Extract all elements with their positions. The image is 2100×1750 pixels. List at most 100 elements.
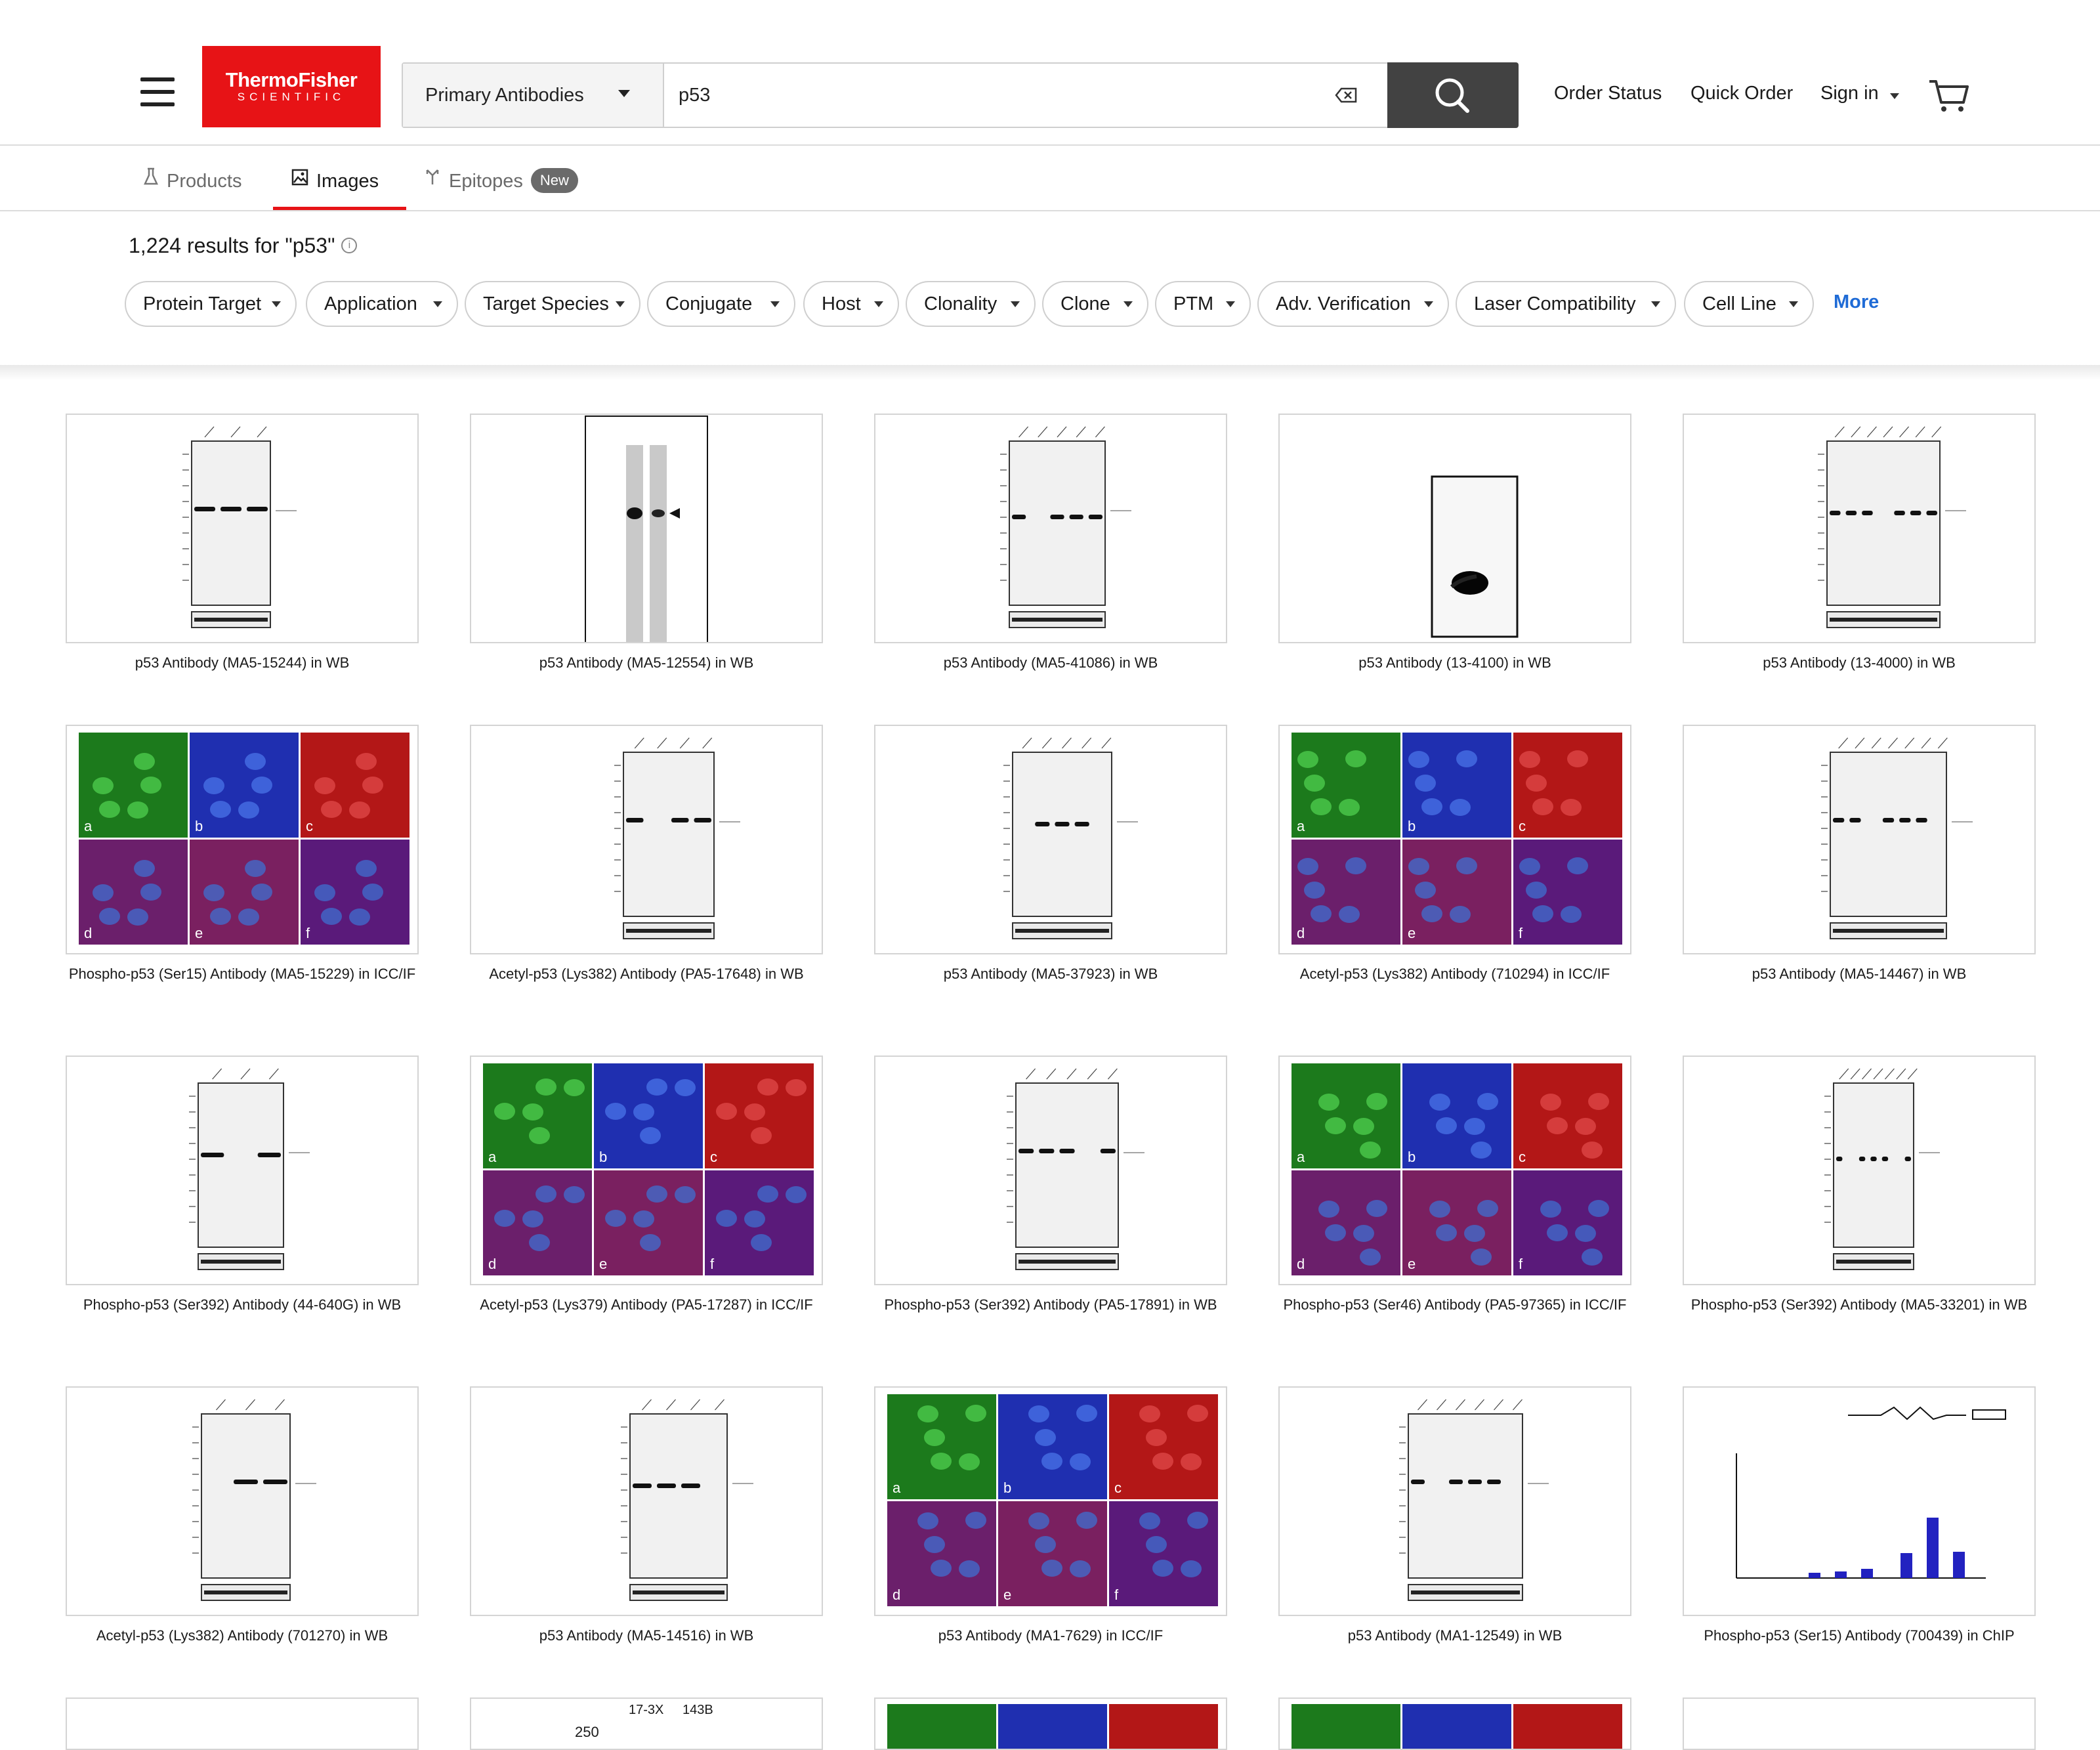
image-caption[interactable]: Acetyl-p53 (Lys382) Antibody (PA5-17648)… (457, 964, 836, 985)
result-thumbnail[interactable]: 17-3X 143B 250 (470, 1697, 823, 1750)
image-caption[interactable]: p53 Antibody (MA5-12554) in WB (457, 652, 836, 673)
filter-label: Laser Compatibility (1474, 293, 1636, 314)
filter-target-species[interactable]: Target Species (465, 281, 640, 327)
image-caption[interactable]: Phospho-p53 (Ser392) Antibody (MA5-33201… (1670, 1294, 2049, 1315)
result-thumbnail[interactable] (66, 414, 419, 643)
result-thumbnail[interactable] (874, 414, 1227, 643)
image-caption[interactable]: p53 Antibody (13-4100) in WB (1265, 652, 1645, 673)
quick-order-link[interactable]: Quick Order (1690, 83, 1793, 104)
image-caption[interactable]: Phospho-p53 (Ser15) Antibody (MA5-15229)… (52, 964, 432, 985)
result-thumbnail[interactable] (874, 1697, 1227, 1750)
image-caption[interactable]: p53 Antibody (MA5-14467) in WB (1670, 964, 2049, 985)
filter-clonality[interactable]: Clonality (906, 281, 1036, 327)
svg-text:d: d (1297, 1256, 1305, 1272)
svg-text:b: b (1408, 1149, 1416, 1165)
image-caption[interactable]: p53 Antibody (MA5-37923) in WB (861, 964, 1240, 985)
result-thumbnail[interactable]: a b c d e f (1278, 725, 1631, 954)
svg-text:b: b (1003, 1480, 1011, 1496)
menu-icon[interactable] (140, 77, 175, 106)
image-caption[interactable]: Phospho-p53 (Ser46) Antibody (PA5-97365)… (1265, 1294, 1645, 1315)
svg-text:e: e (599, 1256, 607, 1272)
image-caption[interactable]: Phospho-p53 (Ser392) Antibody (44-640G) … (52, 1294, 432, 1315)
search-input[interactable] (679, 64, 1269, 127)
filter-label: Cell Line (1702, 293, 1776, 314)
svg-text:f: f (1114, 1587, 1119, 1603)
svg-text:c: c (1519, 1149, 1526, 1165)
filter-label: Adv. Verification (1276, 293, 1411, 314)
image-caption[interactable]: Acetyl-p53 (Lys382) Antibody (710294) in… (1265, 964, 1645, 985)
more-filters-link[interactable]: More (1834, 291, 1879, 313)
epitope-icon (424, 146, 441, 214)
chevron-down-icon (1890, 93, 1899, 99)
result-thumbnail[interactable] (1683, 1697, 2036, 1750)
thumbnail-image: a b c d e f (1292, 733, 1622, 945)
image-caption[interactable]: Acetyl-p53 (Lys379) Antibody (PA5-17287)… (457, 1294, 836, 1315)
thumbnail-image (887, 1704, 1218, 1749)
filter-laser-compatibility[interactable]: Laser Compatibility (1456, 281, 1676, 327)
result-thumbnail[interactable]: a b c d e f (1278, 1056, 1631, 1285)
result-thumbnail[interactable] (470, 414, 823, 643)
svg-text:d: d (892, 1587, 900, 1603)
result-thumbnail[interactable] (66, 1056, 419, 1285)
image-caption[interactable]: p53 Antibody (MA1-7629) in ICC/IF (861, 1625, 1240, 1646)
result-thumbnail[interactable]: a b c d e f (66, 725, 419, 954)
tab-products[interactable]: Products (143, 147, 242, 210)
result-thumbnail[interactable] (1683, 725, 2036, 954)
thumbnail-image: a b c d e f (483, 1063, 814, 1275)
tab-images[interactable]: Images (273, 147, 407, 210)
image-caption[interactable]: p53 Antibody (13-4000) in WB (1670, 652, 2049, 673)
result-thumbnail[interactable] (1683, 1386, 2036, 1616)
filter-label: Protein Target (143, 293, 262, 314)
result-thumbnail[interactable] (1278, 1386, 1631, 1616)
cart-icon[interactable] (1928, 77, 1970, 114)
tab-epitopes[interactable]: Epitopes New (424, 147, 578, 210)
thumbnail-image (1818, 426, 1966, 628)
top-header: ThermoFisher SCIENTIFIC Primary Antibodi… (0, 0, 2100, 146)
image-caption[interactable]: Phospho-p53 (Ser392) Antibody (PA5-17891… (861, 1294, 1240, 1315)
result-thumbnail[interactable] (874, 1056, 1227, 1285)
category-select[interactable]: Primary Antibodies (403, 64, 664, 127)
thermofisher-logo[interactable]: ThermoFisher SCIENTIFIC (202, 46, 381, 127)
filter-adv-verification[interactable]: Adv. Verification (1257, 281, 1449, 327)
result-thumbnail[interactable] (66, 1697, 419, 1750)
tab-label: Epitopes (449, 171, 523, 192)
result-thumbnail[interactable] (1278, 1697, 1631, 1750)
sign-in-link[interactable]: Sign in (1820, 83, 1879, 104)
thumbnail-image (1000, 426, 1131, 628)
result-thumbnail[interactable] (874, 725, 1227, 954)
filter-ptm[interactable]: PTM (1155, 281, 1251, 327)
svg-text:a: a (892, 1480, 901, 1496)
result-thumbnail[interactable] (1683, 414, 2036, 643)
chevron-down-icon (1651, 301, 1660, 307)
filter-application[interactable]: Application (306, 281, 458, 327)
new-badge: New (530, 168, 578, 194)
filter-label: Conjugate (665, 293, 753, 314)
filter-conjugate[interactable]: Conjugate (647, 281, 795, 327)
image-caption[interactable]: Acetyl-p53 (Lys382) Antibody (701270) in… (52, 1625, 432, 1646)
image-caption[interactable]: p53 Antibody (MA1-12549) in WB (1265, 1625, 1645, 1646)
filter-protein-target[interactable]: Protein Target (125, 281, 297, 327)
result-thumbnail[interactable] (66, 1386, 419, 1616)
filter-host[interactable]: Host (803, 281, 899, 327)
results-count: 1,224 results for "p53" i (129, 234, 358, 258)
filter-clone[interactable]: Clone (1042, 281, 1148, 327)
result-thumbnail[interactable]: a b c d e f (470, 1056, 823, 1285)
result-thumbnail[interactable] (470, 725, 823, 954)
info-icon[interactable]: i (341, 237, 358, 253)
clear-search-icon[interactable] (1334, 83, 1360, 107)
result-thumbnail[interactable]: a b c d e f (874, 1386, 1227, 1616)
search-button[interactable] (1387, 62, 1519, 128)
thumbnail-image: a b c d e f (79, 733, 410, 945)
image-caption[interactable]: Phospho-p53 (Ser15) Antibody (700439) in… (1670, 1625, 2049, 1646)
result-thumbnail[interactable] (1278, 414, 1631, 643)
filter-cell-line[interactable]: Cell Line (1684, 281, 1814, 327)
order-status-link[interactable]: Order Status (1554, 83, 1662, 104)
result-thumbnail[interactable] (470, 1386, 823, 1616)
image-caption[interactable]: p53 Antibody (MA5-41086) in WB (861, 652, 1240, 673)
svg-text:b: b (195, 818, 203, 834)
image-caption[interactable]: p53 Antibody (MA5-14516) in WB (457, 1625, 836, 1646)
thumbnail-image (1431, 475, 1519, 638)
image-caption[interactable]: p53 Antibody (MA5-15244) in WB (52, 652, 432, 673)
result-thumbnail[interactable] (1683, 1056, 2036, 1285)
svg-text:d: d (84, 925, 92, 941)
